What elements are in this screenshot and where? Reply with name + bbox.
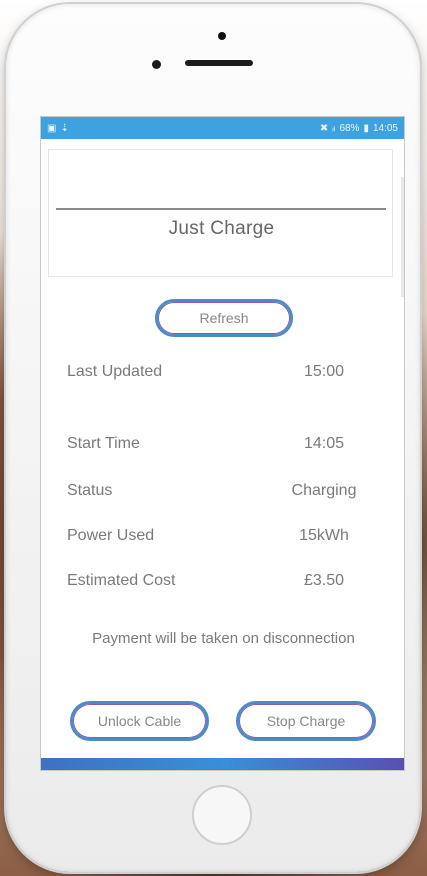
screen: ▣ ⇣ ✖ ᵢₗ 68% ▮ 14:05 Just Charge Refresh…: [40, 116, 405, 771]
bottom-accent-bar: [41, 758, 404, 770]
card-divider: [56, 208, 386, 210]
start-time-label: Start Time: [67, 435, 140, 452]
refresh-button[interactable]: Refresh: [155, 299, 293, 337]
proximity-sensor: [152, 60, 161, 69]
last-updated-label: Last Updated: [67, 363, 163, 380]
battery-icon: ▮: [363, 122, 369, 134]
unlock-cable-button[interactable]: Unlock Cable: [70, 701, 209, 741]
download-icon: ⇣: [60, 122, 69, 134]
signal-icon: ᵢₗ: [332, 122, 336, 134]
status-label: Status: [67, 482, 113, 499]
detail-row-start-time: Start Time 14:05: [41, 435, 404, 459]
estimated-cost-value: £3.50: [303, 572, 345, 589]
home-button[interactable]: [192, 785, 252, 845]
status-time: 14:05: [372, 122, 398, 134]
power-used-label: Power Used: [67, 527, 155, 544]
detail-row-estimated-cost: Estimated Cost £3.50: [41, 572, 404, 596]
start-time-value: 14:05: [303, 435, 345, 452]
scroll-indicator: [401, 177, 404, 297]
status-right: ✖ ᵢₗ 68% ▮ 14:05: [320, 123, 398, 134]
mute-icon: ✖: [319, 122, 329, 134]
status-bar: ▣ ⇣ ✖ ᵢₗ 68% ▮ 14:05: [41, 117, 404, 139]
detail-row-status: Status Charging: [41, 482, 404, 506]
earpiece-speaker: [185, 60, 253, 66]
power-used-value: 15kWh: [299, 527, 349, 544]
status-value: Charging: [291, 482, 357, 499]
stop-charge-button[interactable]: Stop Charge: [236, 701, 376, 741]
charge-mode-card: Just Charge: [48, 149, 393, 277]
charge-mode-title: Just Charge: [168, 218, 275, 239]
detail-row-last-updated: Last Updated 15:00: [41, 363, 404, 387]
estimated-cost-label: Estimated Cost: [67, 572, 176, 589]
payment-notice: Payment will be taken on disconnection: [92, 630, 355, 647]
image-icon: ▣: [47, 122, 57, 134]
battery-percent: 68%: [339, 122, 360, 134]
detail-row-power-used: Power Used 15kWh: [41, 527, 404, 551]
last-updated-value: 15:00: [303, 363, 345, 380]
status-left: ▣ ⇣: [47, 123, 69, 134]
front-camera: [218, 32, 226, 40]
phone-body: ▣ ⇣ ✖ ᵢₗ 68% ▮ 14:05 Just Charge Refresh…: [6, 4, 420, 872]
